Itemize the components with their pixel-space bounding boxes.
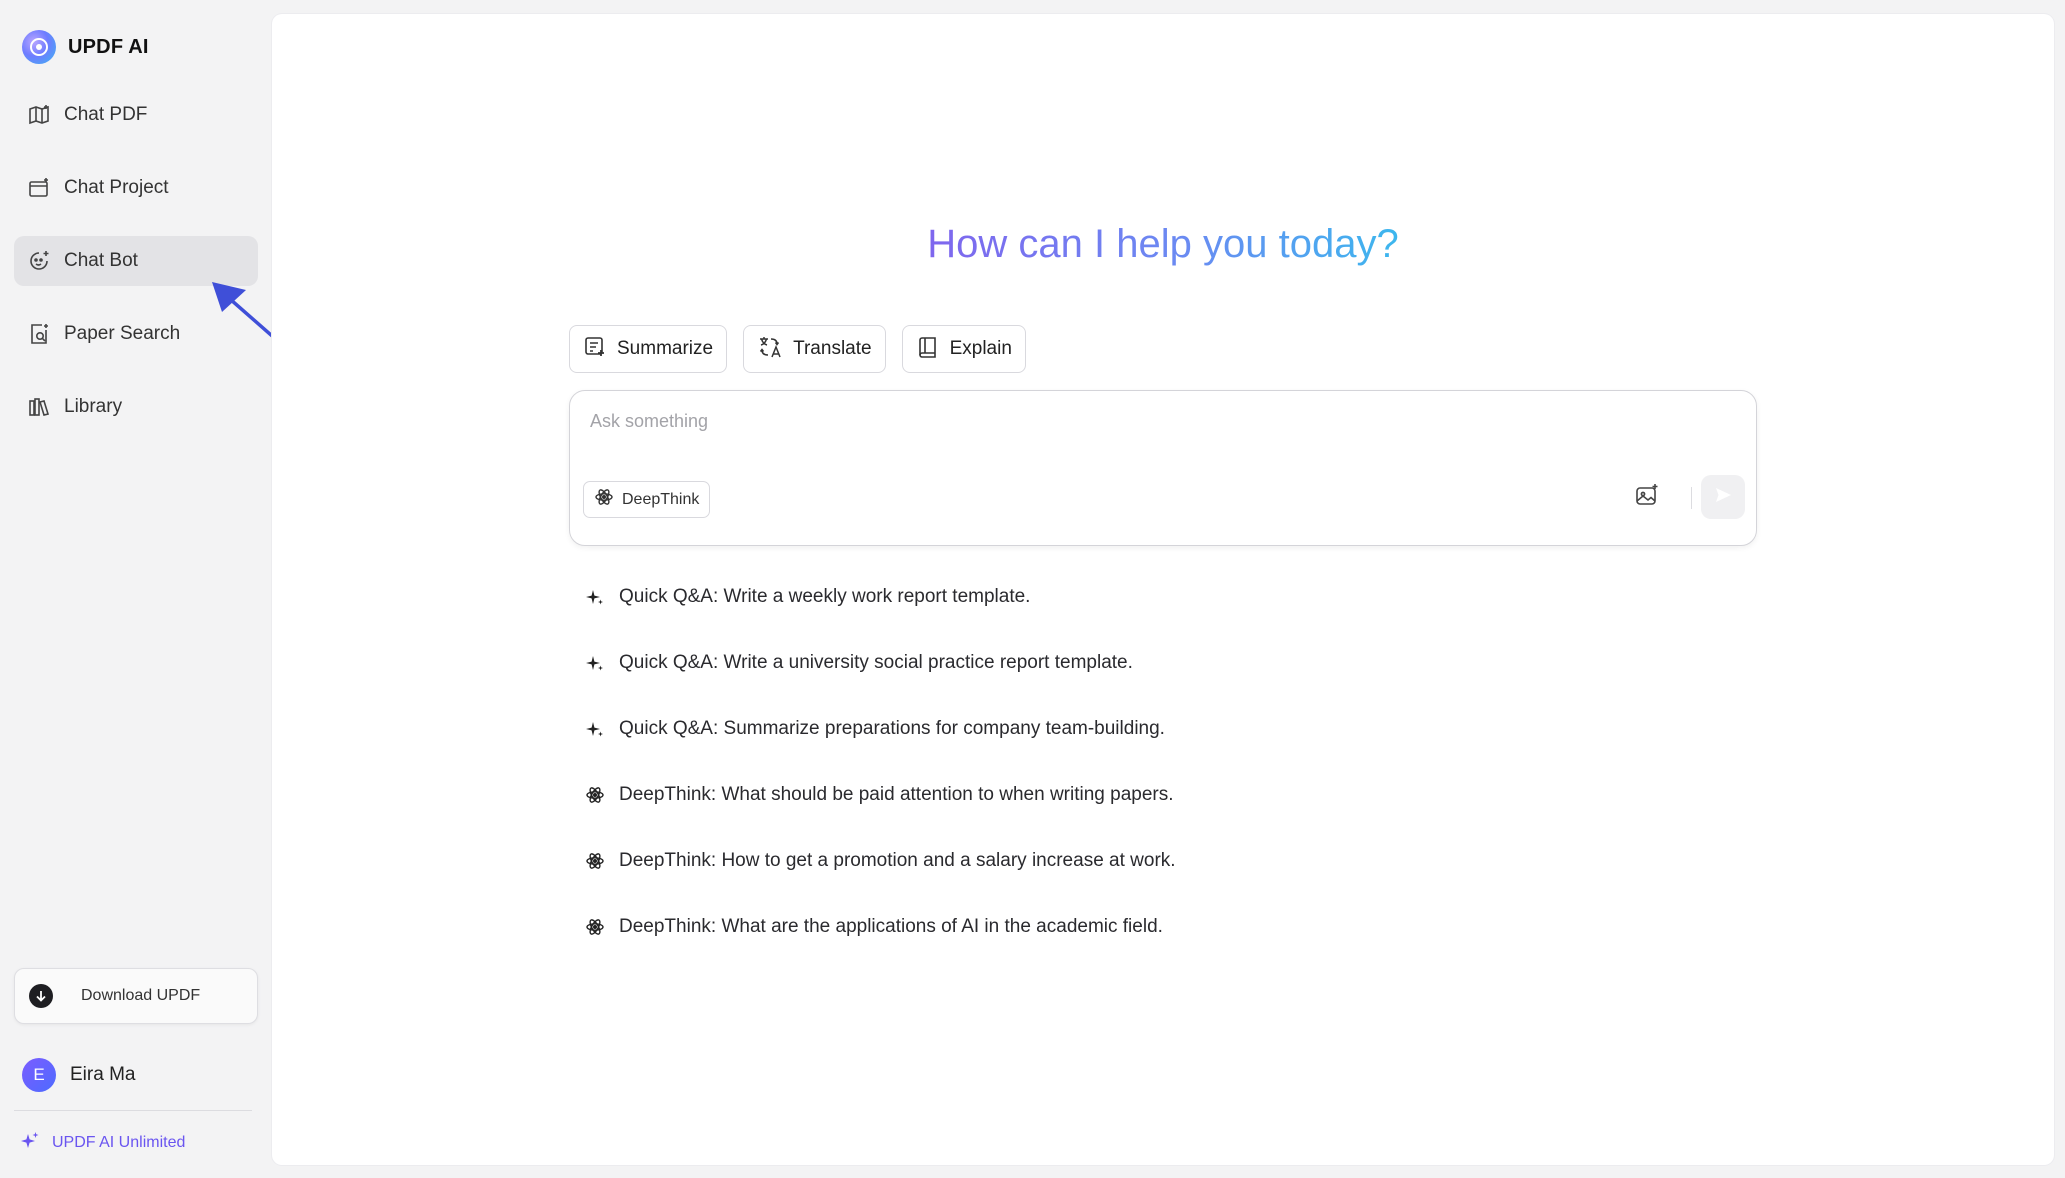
- suggestion-item[interactable]: DeepThink: How to get a promotion and a …: [585, 843, 1176, 879]
- chat-bot-icon: [26, 248, 52, 274]
- suggestion-item[interactable]: DeepThink: What should be paid attention…: [585, 777, 1176, 813]
- suggestion-item[interactable]: Quick Q&A: Write a weekly work report te…: [585, 579, 1176, 615]
- chat-input-box: DeepThink: [569, 390, 1757, 546]
- explain-button[interactable]: Explain: [901, 325, 1026, 373]
- paper-search-icon: [26, 321, 52, 347]
- user-profile[interactable]: E Eira Ma: [22, 1058, 135, 1092]
- deepthink-icon: [585, 917, 605, 937]
- suggestion-item[interactable]: Quick Q&A: Summarize preparations for co…: [585, 711, 1176, 747]
- suggestion-item[interactable]: Quick Q&A: Write a university social pra…: [585, 645, 1176, 681]
- chat-project-icon: [26, 175, 52, 201]
- image-upload-button[interactable]: [1629, 479, 1665, 515]
- deepthink-toggle[interactable]: DeepThink: [583, 481, 711, 518]
- sidebar-item-label: Chat Project: [64, 177, 169, 198]
- explain-icon: [916, 335, 940, 364]
- sidebar-item-label: Chat Bot: [64, 250, 138, 271]
- download-label: Download UPDF: [81, 987, 201, 1004]
- download-icon: [29, 984, 53, 1008]
- translate-button[interactable]: Translate: [743, 325, 886, 373]
- sparkle-icon: [585, 587, 605, 607]
- deepthink-icon: [585, 851, 605, 871]
- translate-icon: [757, 334, 783, 365]
- chat-input[interactable]: [590, 411, 1730, 451]
- main-panel: How can I help you today? Summarize Tran…: [272, 14, 2054, 1165]
- page-title: How can I help you today?: [927, 222, 1399, 266]
- suggestion-list: Quick Q&A: Write a weekly work report te…: [585, 579, 1176, 975]
- send-icon: [1713, 485, 1733, 510]
- quick-actions: Summarize Translate Explain: [569, 325, 1026, 373]
- brand[interactable]: UPDF AI: [22, 30, 149, 64]
- upgrade-plan-link[interactable]: UPDF AI Unlimited: [20, 1131, 186, 1156]
- summarize-button[interactable]: Summarize: [569, 325, 728, 373]
- sidebar-item-library[interactable]: Library: [14, 382, 258, 432]
- divider: [1691, 487, 1692, 509]
- divider: [14, 1110, 252, 1111]
- sidebar-item-chat-project[interactable]: Chat Project: [14, 163, 258, 213]
- user-name: Eira Ma: [70, 1064, 136, 1085]
- sparkle-icon: [585, 653, 605, 673]
- sidebar-item-label: Paper Search: [64, 323, 181, 344]
- plan-label: UPDF AI Unlimited: [52, 1134, 186, 1151]
- download-updf-button[interactable]: Download UPDF: [14, 968, 258, 1024]
- avatar: E: [22, 1058, 56, 1092]
- sparkle-icon: [585, 719, 605, 739]
- suggestion-item[interactable]: DeepThink: What are the applications of …: [585, 909, 1176, 945]
- chat-pdf-icon: [26, 102, 52, 128]
- deepthink-icon: [585, 785, 605, 805]
- sidebar-item-label: Library: [64, 396, 123, 417]
- updf-logo-icon: [22, 30, 56, 64]
- app-name: UPDF AI: [68, 35, 149, 58]
- image-icon: [1634, 482, 1660, 513]
- sparkle-icon: [20, 1131, 40, 1156]
- send-button[interactable]: [1701, 475, 1745, 519]
- deepthink-icon: [594, 487, 614, 512]
- summarize-icon: [583, 335, 607, 364]
- library-icon: [26, 394, 52, 420]
- sidebar-item-chat-pdf[interactable]: Chat PDF: [14, 90, 258, 140]
- sidebar: UPDF AI Chat PDF Chat Project Chat Bot P…: [0, 0, 270, 1178]
- sidebar-item-label: Chat PDF: [64, 104, 148, 125]
